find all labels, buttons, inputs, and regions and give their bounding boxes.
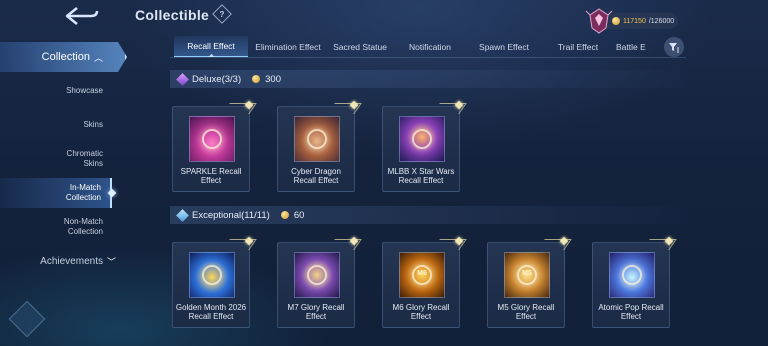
section-header-deluxe: Deluxe (3/3) 300 — [170, 70, 684, 88]
item-thumbnail: M6 — [399, 252, 445, 298]
page-title: Collectible — [135, 7, 210, 23]
tab-label: Trail Effect — [557, 42, 599, 52]
sidebar-item-label: Non-Match Collection — [63, 217, 103, 236]
tab-sacred-statue[interactable]: Sacred Statue — [328, 36, 392, 57]
section-count: (3/3) — [221, 73, 242, 85]
coin-icon — [280, 211, 289, 219]
corner-gem-icon — [244, 236, 254, 246]
collectible-card-star-wars[interactable]: MLBB X Star Wars Recall Effect — [382, 100, 464, 192]
sidebar-item-showcase[interactable]: Showcase — [0, 76, 112, 106]
corner-gem-icon — [244, 100, 254, 110]
item-name: M6 Glory Recall Effect — [392, 303, 450, 321]
sidebar-item-label: Skins — [83, 120, 103, 129]
points-current: 117150 — [623, 17, 646, 25]
tab-label: Notification — [408, 42, 452, 52]
sidebar-achievements[interactable]: Achievements ﹀ — [0, 252, 120, 270]
item-name: M5 Glory Recall Effect — [497, 303, 555, 321]
tab-label: Spawn Effect — [479, 42, 529, 52]
corner-gem-icon — [559, 236, 569, 246]
tab-bar: Recall Effect Elimination Effect Sacred … — [170, 36, 686, 58]
item-thumbnail — [189, 116, 235, 162]
section-points: 300 — [265, 73, 281, 85]
tab-battle-effect[interactable]: Battle E — [616, 36, 656, 57]
tab-label: Battle E — [616, 42, 646, 52]
filter-icon — [669, 43, 679, 53]
rank-emblem-icon[interactable] — [584, 6, 614, 36]
tab-spawn-effect[interactable]: Spawn Effect — [468, 36, 540, 57]
item-thumbnail: M5 — [504, 252, 550, 298]
filter-button[interactable] — [664, 37, 684, 57]
sidebar-item-chromatic-skins[interactable]: Chromatic Skins — [0, 144, 112, 174]
sidebar-achievements-label: Achievements — [40, 255, 103, 267]
collectible-card-m6-glory[interactable]: M6 M6 Glory Recall Effect — [382, 236, 464, 328]
collectible-card-sparkle[interactable]: SPARKLE Recall Effect — [172, 100, 254, 192]
m5-badge: M5 — [522, 270, 532, 277]
effect-glyph-icon — [622, 265, 642, 285]
item-thumbnail — [294, 116, 340, 162]
effect-glyph-icon — [307, 265, 327, 285]
item-thumbnail — [294, 252, 340, 298]
item-thumbnail — [609, 252, 655, 298]
points-total: /126000 — [648, 17, 675, 25]
sidebar-item-in-match-collection[interactable]: In-Match Collection — [0, 178, 112, 208]
tab-recall-effect[interactable]: Recall Effect — [174, 36, 248, 57]
tab-notification[interactable]: Notification — [392, 36, 468, 57]
corner-decoration — [8, 300, 46, 338]
help-icon[interactable]: ? — [212, 4, 232, 24]
effect-glyph-icon — [307, 129, 327, 149]
coin-icon — [252, 75, 261, 83]
tab-label: Elimination Effect — [255, 42, 321, 52]
item-thumbnail — [399, 116, 445, 162]
corner-gem-icon — [454, 100, 464, 110]
deluxe-tier-icon — [176, 72, 189, 86]
collectible-card-cyber-dragon[interactable]: Cyber Dragon Recall Effect — [277, 100, 359, 192]
sidebar-item-label: Showcase — [66, 86, 103, 95]
corner-gem-icon — [664, 236, 674, 246]
effect-glyph-icon — [202, 129, 222, 149]
m6-badge: M6 — [417, 270, 427, 277]
tab-label: Recall Effect — [187, 41, 235, 51]
tab-trail-effect[interactable]: Trail Effect — [540, 36, 616, 57]
collectible-card-atomic-pop[interactable]: Atomic Pop Recall Effect — [592, 236, 674, 328]
sidebar-collection-header[interactable]: Collection ︿ — [0, 42, 127, 72]
item-name: Golden Month 2026 Recall Effect — [175, 303, 247, 321]
effect-glyph-icon — [412, 129, 432, 149]
sidebar-item-label: Chromatic Skins — [66, 149, 103, 168]
help-icon-symbol: ? — [219, 9, 225, 19]
section-header-exceptional: Exceptional (11/11) 60 — [170, 206, 684, 224]
item-name: M7 Glory Recall Effect — [287, 303, 345, 321]
collectible-card-m5-glory[interactable]: M5 M5 Glory Recall Effect — [487, 236, 569, 328]
sidebar-item-non-match-collection[interactable]: Non-Match Collection — [0, 212, 112, 242]
collectible-card-golden-month[interactable]: Golden Month 2026 Recall Effect — [172, 236, 254, 328]
item-name: Cyber Dragon Recall Effect — [291, 167, 341, 185]
effect-glyph-icon — [202, 265, 222, 285]
section-count: (11/11) — [241, 209, 270, 221]
section-points: 60 — [293, 209, 305, 221]
section-tier-label: Exceptional — [192, 209, 242, 221]
tab-elimination-effect[interactable]: Elimination Effect — [248, 36, 328, 57]
item-name: SPARKLE Recall Effect — [180, 167, 242, 185]
item-name: Atomic Pop Recall Effect — [598, 303, 664, 321]
chevron-down-icon: ﹀ — [106, 256, 116, 267]
collectible-card-m7-glory[interactable]: M7 Glory Recall Effect — [277, 236, 359, 328]
item-name: MLBB X Star Wars Recall Effect — [387, 167, 455, 185]
exceptional-tier-icon — [176, 208, 189, 222]
tab-label: Sacred Statue — [333, 42, 387, 52]
sidebar: Collection ︿ Showcase Skins Chromatic Sk… — [0, 0, 130, 346]
chevron-up-icon: ︿ — [93, 52, 103, 63]
sidebar-item-label: In-Match Collection — [65, 183, 101, 202]
sidebar-item-skins[interactable]: Skins — [0, 110, 112, 140]
corner-gem-icon — [349, 236, 359, 246]
section-tier-label: Deluxe — [192, 73, 222, 85]
sidebar-collection-label: Collection — [41, 51, 90, 63]
corner-gem-icon — [454, 236, 464, 246]
item-thumbnail — [189, 252, 235, 298]
corner-gem-icon — [349, 100, 359, 110]
collectible-screen: Collectible ? 117150/126000 Collection ︿… — [0, 0, 768, 346]
